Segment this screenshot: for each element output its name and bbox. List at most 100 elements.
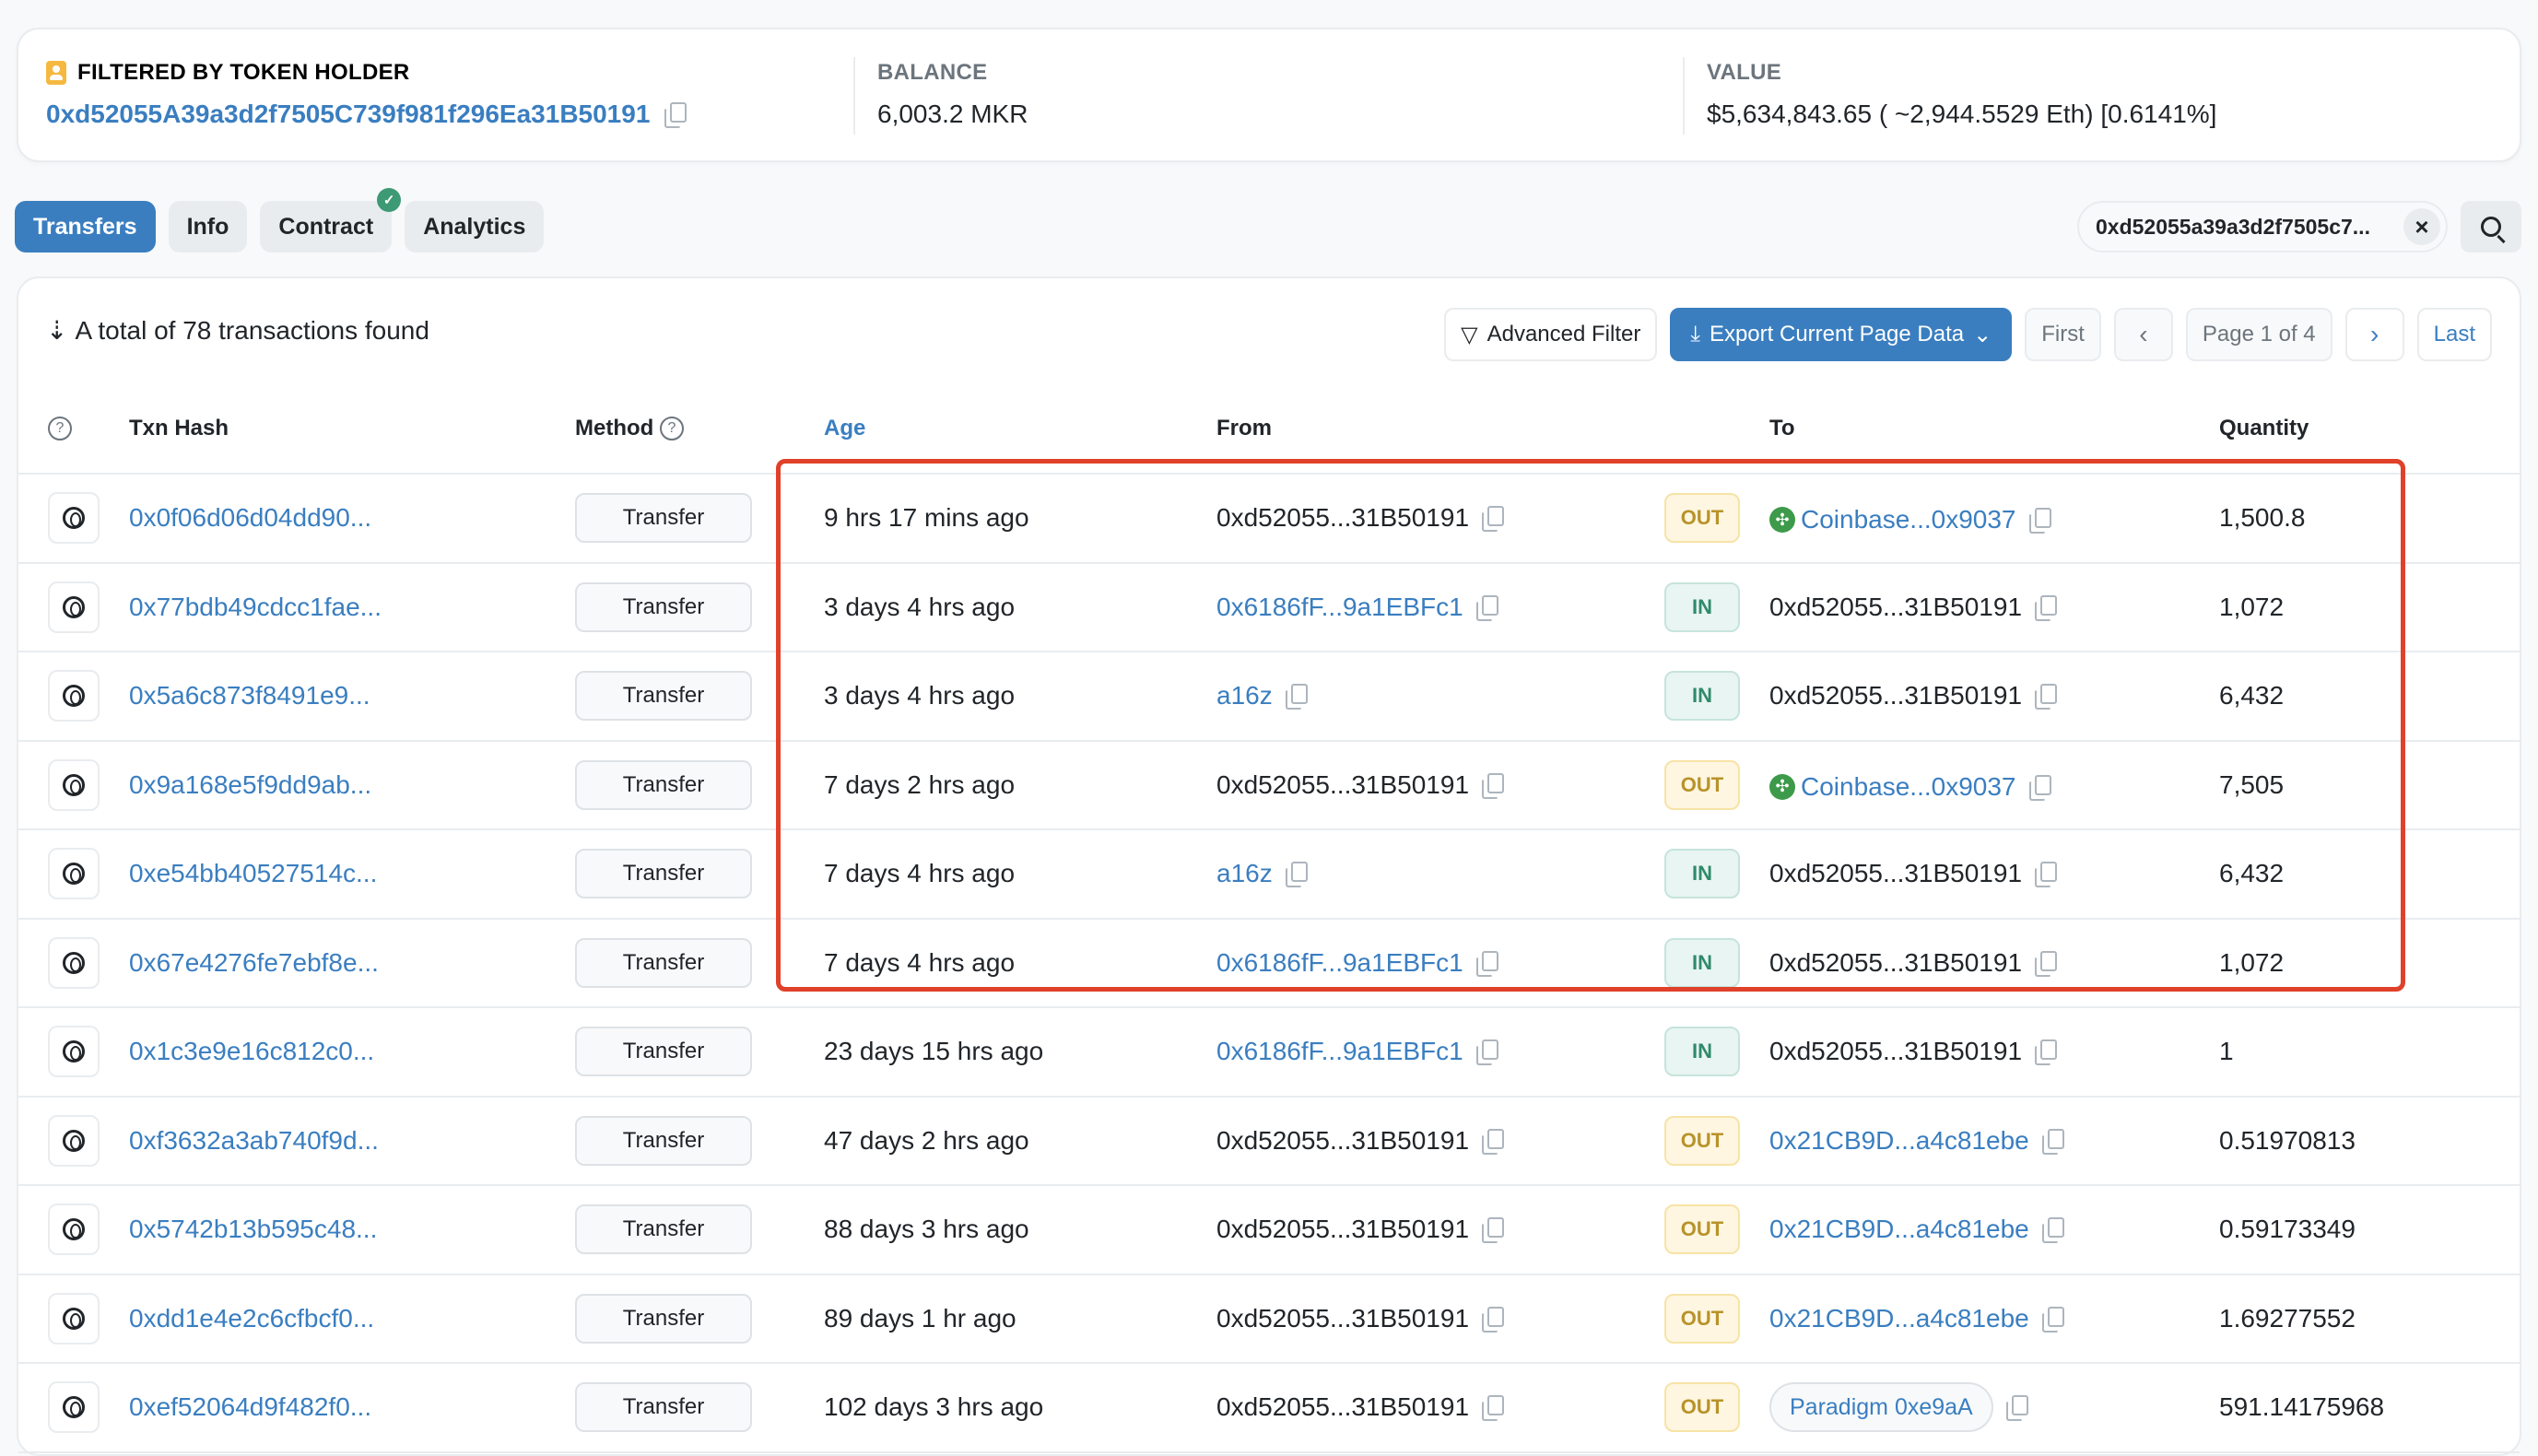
- copy-icon[interactable]: [2041, 1306, 2064, 1333]
- next-page-button[interactable]: ›: [2344, 308, 2404, 361]
- last-page-button[interactable]: Last: [2416, 308, 2492, 361]
- preview-button[interactable]: [48, 1026, 100, 1078]
- copy-icon[interactable]: [2035, 594, 2058, 621]
- preview-button[interactable]: [48, 1114, 100, 1167]
- copy-icon[interactable]: [2035, 684, 2058, 710]
- eye-icon: [63, 863, 85, 886]
- direction-badge: OUT: [1664, 1382, 1740, 1433]
- preview-button[interactable]: [48, 670, 100, 722]
- balance-label: BALANCE: [877, 60, 988, 85]
- copy-icon[interactable]: [1475, 950, 1498, 977]
- txn-hash-link[interactable]: 0xdd1e4e2c6cfbcf0...: [129, 1304, 374, 1333]
- copy-icon[interactable]: [1482, 1128, 1505, 1155]
- txn-hash-link[interactable]: 0x0f06d06d04dd90...: [129, 503, 371, 532]
- from-address: 0xd52055...31B50191: [1216, 1215, 1470, 1244]
- export-button[interactable]: ⤓ Export Current Page Data ⌄: [1670, 308, 2013, 361]
- copy-icon[interactable]: [2041, 1217, 2064, 1244]
- table-row: 0xe54bb40527514c... Transfer 7 days 4 hr…: [18, 829, 2520, 920]
- tab-analytics[interactable]: Analytics: [405, 201, 545, 252]
- to-address-tag[interactable]: Paradigm 0xe9aA: [1769, 1382, 1993, 1433]
- method-badge: Transfer: [575, 1204, 752, 1255]
- txn-hash-link[interactable]: 0xe54bb40527514c...: [129, 859, 377, 887]
- col-txn-hash: Txn Hash: [129, 383, 575, 475]
- preview-button[interactable]: [48, 1204, 100, 1256]
- method-badge: Transfer: [575, 849, 752, 899]
- preview-button[interactable]: [48, 1381, 100, 1434]
- txn-hash-link[interactable]: 0xf3632a3ab740f9d...: [129, 1126, 379, 1155]
- preview-button[interactable]: [48, 1292, 100, 1344]
- holder-address-link[interactable]: 0xd52055A39a3d2f7505C739f981f296Ea31B501…: [46, 100, 650, 129]
- preview-button[interactable]: [48, 492, 100, 545]
- copy-icon[interactable]: [1482, 1217, 1505, 1244]
- copy-icon[interactable]: [2035, 1039, 2058, 1066]
- to-address[interactable]: 0x21CB9D...a4c81ebe: [1769, 1215, 2029, 1244]
- close-icon[interactable]: ×: [2403, 208, 2440, 245]
- direction-badge: IN: [1664, 581, 1740, 632]
- from-address[interactable]: a16z: [1216, 681, 1273, 710]
- token-holder-summary-card: FILTERED BY TOKEN HOLDER 0xd52055A39a3d2…: [17, 28, 2521, 162]
- txn-hash-link[interactable]: 0x67e4276fe7ebf8e...: [129, 948, 379, 977]
- col-from: From: [1216, 383, 1664, 475]
- preview-button[interactable]: [48, 848, 100, 900]
- copy-icon[interactable]: [2005, 1395, 2028, 1422]
- to-address[interactable]: 0x21CB9D...a4c81ebe: [1769, 1304, 2029, 1333]
- txn-hash-link[interactable]: 0x5a6c873f8491e9...: [129, 681, 370, 710]
- search-icon: [2481, 217, 2501, 237]
- coinbase-logo-icon: ✣: [1769, 507, 1795, 533]
- copy-icon[interactable]: [2035, 862, 2058, 888]
- copy-icon[interactable]: [1482, 772, 1505, 799]
- age-cell: 89 days 1 hr ago: [824, 1274, 1216, 1364]
- txn-hash-link[interactable]: 0x9a168e5f9dd9ab...: [129, 770, 371, 799]
- copy-icon[interactable]: [2028, 508, 2051, 534]
- search-button[interactable]: [2461, 201, 2521, 252]
- copy-icon[interactable]: [1285, 862, 1308, 888]
- eye-icon: [63, 773, 85, 796]
- copy-icon[interactable]: [2041, 1128, 2064, 1155]
- preview-button[interactable]: [48, 758, 100, 811]
- tab-transfers[interactable]: Transfers: [15, 201, 156, 252]
- col-quantity: Quantity: [2219, 383, 2520, 475]
- from-address[interactable]: a16z: [1216, 859, 1273, 888]
- copy-icon[interactable]: [1482, 1306, 1505, 1333]
- sort-icon[interactable]: ⇣: [46, 315, 67, 346]
- to-address-link[interactable]: Coinbase...0x9037: [1801, 772, 2016, 802]
- copy-icon[interactable]: [1482, 1395, 1505, 1422]
- advanced-filter-button[interactable]: ▽ Advanced Filter: [1444, 308, 1658, 361]
- from-address[interactable]: 0x6186fF...9a1EBFc1: [1216, 593, 1463, 622]
- page-indicator: Page 1 of 4: [2185, 308, 2332, 361]
- txn-hash-link[interactable]: 0x5742b13b595c48...: [129, 1215, 377, 1243]
- quantity-cell: 6,432: [2219, 652, 2520, 742]
- col-age[interactable]: Age: [824, 383, 1216, 475]
- txn-hash-link[interactable]: 0xef52064d9f482f0...: [129, 1392, 371, 1421]
- help-icon[interactable]: ?: [48, 417, 72, 441]
- value-section: VALUE $5,634,843.65 ( ~2,944.5529 Eth) […: [1683, 57, 2216, 135]
- tab-contract[interactable]: Contract ✓: [260, 188, 402, 252]
- copy-icon[interactable]: [2028, 774, 2051, 801]
- from-address: 0xd52055...31B50191: [1216, 769, 1470, 799]
- from-address[interactable]: 0x6186fF...9a1EBFc1: [1216, 948, 1463, 978]
- from-address[interactable]: 0x6186fF...9a1EBFc1: [1216, 1037, 1463, 1066]
- preview-button[interactable]: [48, 936, 100, 989]
- direction-badge: IN: [1664, 1027, 1740, 1077]
- help-icon[interactable]: ?: [659, 417, 684, 441]
- txn-hash-link[interactable]: 0x77bdb49cdcc1fae...: [129, 593, 382, 621]
- txn-hash-link[interactable]: 0x1c3e9e16c812c0...: [129, 1037, 374, 1065]
- copy-icon[interactable]: [1475, 1039, 1498, 1066]
- eye-icon: [63, 951, 85, 974]
- preview-button[interactable]: [48, 581, 100, 633]
- tab-info[interactable]: Info: [168, 201, 248, 252]
- method-badge: Transfer: [575, 1293, 752, 1344]
- to-address-link[interactable]: Coinbase...0x9037: [1801, 505, 2016, 534]
- chevron-right-icon: ›: [2369, 320, 2379, 348]
- prev-page-button[interactable]: ‹: [2113, 308, 2173, 361]
- copy-icon[interactable]: [2035, 950, 2058, 977]
- copy-icon[interactable]: [664, 102, 687, 128]
- to-address: 0xd52055...31B50191: [1769, 681, 2023, 710]
- copy-icon[interactable]: [1482, 506, 1505, 533]
- first-page-button[interactable]: First: [2025, 308, 2101, 361]
- copy-icon[interactable]: [1475, 594, 1498, 621]
- holder-section: FILTERED BY TOKEN HOLDER 0xd52055A39a3d2…: [46, 57, 687, 135]
- to-address[interactable]: 0x21CB9D...a4c81ebe: [1769, 1126, 2029, 1156]
- copy-icon[interactable]: [1285, 684, 1308, 710]
- col-method: Method ?: [575, 383, 824, 475]
